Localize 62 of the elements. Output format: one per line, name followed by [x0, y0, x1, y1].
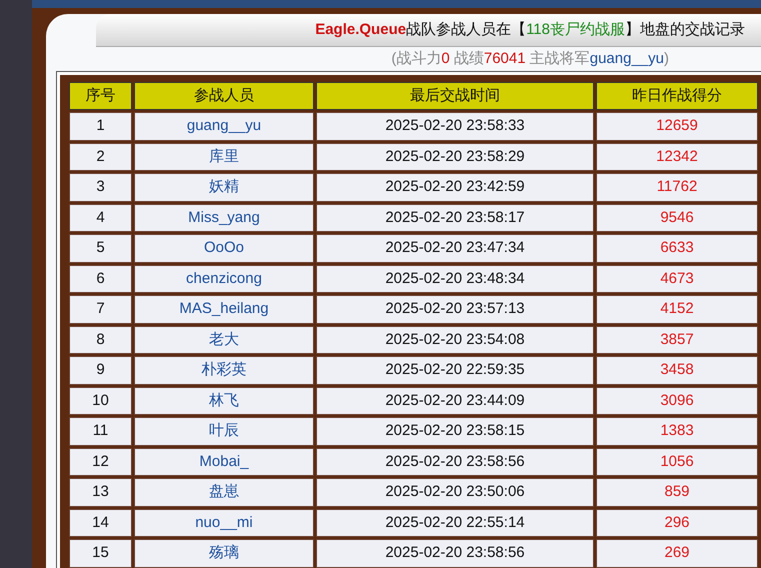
index-cell: 10 [92, 392, 109, 408]
index-cell: 2 [96, 148, 105, 164]
score-cell: 1383 [660, 422, 694, 439]
index-cell: 6 [96, 270, 105, 286]
member-link[interactable]: 库里 [209, 148, 239, 164]
index-cell: 14 [92, 514, 109, 530]
time-cell: 2025-02-20 23:57:13 [385, 300, 525, 317]
time-cell: 2025-02-20 23:58:56 [385, 452, 525, 470]
time-cell: 2025-02-20 22:55:14 [385, 514, 525, 530]
score-cell: 9546 [660, 208, 694, 226]
member-link[interactable]: 盘崽 [209, 483, 239, 500]
index-cell: 13 [92, 483, 109, 500]
member-link[interactable]: 朴彩英 [202, 361, 246, 378]
score-cell: 1056 [660, 452, 694, 470]
score-cell: 4152 [660, 300, 694, 317]
page-title: Eagle.Queue战队参战人员在【118丧尸约战服】地盘的交战记录 [315, 20, 745, 40]
member-link[interactable]: OoOo [204, 239, 244, 256]
time-cell: 2025-02-20 23:58:33 [385, 117, 525, 134]
score-cell: 269 [664, 544, 690, 561]
column-header: 参战人员 [134, 82, 314, 110]
score-cell: 12659 [656, 117, 698, 134]
time-cell: 2025-02-20 23:54:08 [385, 330, 525, 348]
time-cell: 2025-02-20 22:59:35 [385, 361, 525, 378]
score-cell: 3857 [660, 330, 694, 348]
score-cell: 296 [664, 514, 690, 530]
time-cell: 2025-02-20 23:58:29 [385, 148, 525, 164]
time-cell: 2025-02-20 23:50:06 [385, 483, 525, 500]
score-cell: 3458 [660, 361, 694, 378]
time-cell: 2025-02-20 23:47:34 [385, 239, 525, 256]
index-cell: 4 [96, 208, 105, 226]
score-cell: 4673 [660, 270, 694, 286]
index-cell: 8 [96, 330, 105, 348]
member-link[interactable]: 林飞 [209, 392, 239, 408]
index-cell: 7 [96, 300, 105, 317]
member-link[interactable]: 妖精 [209, 178, 239, 195]
member-link[interactable]: Mobai_ [199, 452, 249, 470]
index-cell: 5 [96, 239, 105, 256]
column-header: 最后交战时间 [316, 82, 594, 110]
score-cell: 12342 [656, 148, 698, 164]
team-stats: (战斗力0 战绩76041 主战将军guang__yu) [391, 48, 669, 69]
time-cell: 2025-02-20 23:44:09 [385, 392, 525, 408]
score-cell: 3096 [660, 392, 694, 408]
time-cell: 2025-02-20 23:58:56 [385, 544, 525, 561]
index-cell: 15 [92, 544, 109, 561]
member-link[interactable]: 老大 [209, 330, 239, 348]
time-cell: 2025-02-20 23:48:34 [385, 270, 525, 286]
index-cell: 11 [92, 422, 108, 439]
score-cell: 11762 [656, 178, 698, 195]
member-link[interactable]: nuo__mi [195, 514, 253, 530]
member-link[interactable]: 叶辰 [209, 422, 239, 439]
member-link[interactable]: 殇璃 [209, 544, 239, 561]
index-cell: 3 [96, 178, 105, 195]
score-cell: 6633 [660, 239, 694, 256]
column-header: 昨日作战得分 [596, 82, 758, 110]
index-cell: 12 [92, 452, 109, 470]
index-cell: 9 [96, 361, 105, 378]
time-cell: 2025-02-20 23:58:15 [385, 422, 525, 439]
time-cell: 2025-02-20 23:58:17 [385, 208, 525, 226]
index-cell: 1 [96, 117, 105, 134]
score-cell: 859 [664, 483, 690, 500]
column-header: 序号 [69, 82, 132, 110]
time-cell: 2025-02-20 23:42:59 [385, 178, 525, 195]
